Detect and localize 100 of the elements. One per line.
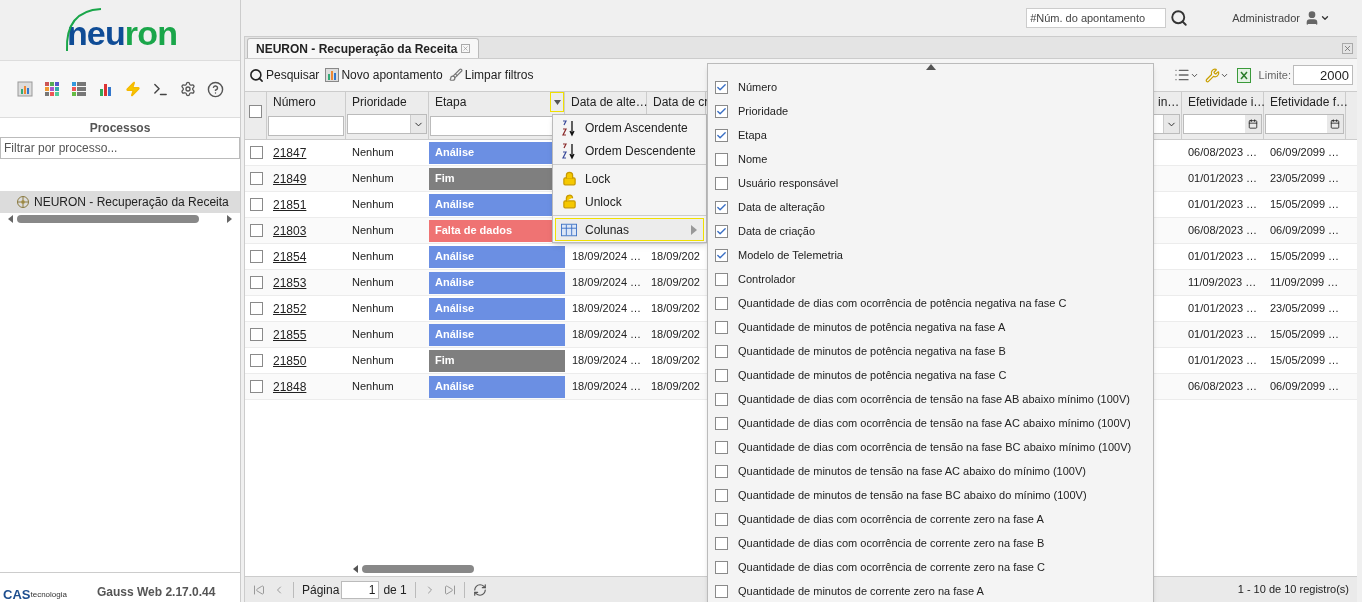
- grid-icon[interactable]: [43, 81, 60, 97]
- filter-field[interactable]: Filtrar por processo...: [0, 137, 240, 159]
- spreadsheet-icon[interactable]: [1236, 67, 1251, 83]
- wrench-icon[interactable]: [1204, 67, 1220, 83]
- menu-item[interactable]: Quantidade de dias com ocorrência de corrente zero na fase A: [708, 507, 1153, 531]
- checkbox[interactable]: [715, 464, 728, 478]
- checkbox[interactable]: [715, 344, 728, 358]
- menu-item[interactable]: Quantidade de dias com ocorrência de tensão na fase AC abaixo mínimo (100V): [708, 411, 1153, 435]
- record-link[interactable]: 21849: [273, 171, 307, 186]
- menu-item[interactable]: Ordem Ascendente: [555, 116, 704, 139]
- menu-item[interactable]: Quantidade de dias com ocorrência de potência negativa na fase C: [708, 291, 1153, 315]
- menu-item[interactable]: Quantidade de minutos de potência negativa na fase C: [708, 363, 1153, 387]
- record-link[interactable]: 21853: [273, 275, 307, 290]
- record-link[interactable]: 21852: [273, 301, 307, 316]
- caret-icon[interactable]: [1320, 13, 1330, 23]
- user-icon[interactable]: [1304, 10, 1320, 26]
- calendar-icon[interactable]: [1330, 119, 1340, 129]
- column-header[interactable]: Número: [267, 93, 316, 111]
- checkbox[interactable]: [715, 272, 728, 286]
- date-filter-field[interactable]: [1183, 114, 1262, 134]
- checkbox[interactable]: [715, 128, 728, 142]
- checkbox[interactable]: [715, 224, 728, 238]
- column-header[interactable]: in…: [1152, 93, 1180, 111]
- checkbox[interactable]: [715, 392, 728, 406]
- page-field[interactable]: 1: [341, 580, 380, 599]
- checkbox[interactable]: [249, 172, 263, 185]
- record-link[interactable]: 21850: [273, 353, 307, 368]
- user-name[interactable]: Administrador: [1232, 9, 1300, 27]
- record-link[interactable]: 21847: [273, 145, 307, 160]
- menu-item[interactable]: Quantidade de dias com ocorrência de tensão na fase AB abaixo mínimo (100V): [708, 387, 1153, 411]
- clear-filters-button[interactable]: Limpar filtros: [448, 66, 534, 84]
- record-link[interactable]: 21848: [273, 379, 307, 394]
- menu-item[interactable]: Modelo de Telemetria: [708, 243, 1153, 267]
- menu-item[interactable]: Prioridade: [708, 99, 1153, 123]
- search-button[interactable]: Pesquisar: [249, 66, 320, 84]
- limit-field[interactable]: 2000: [1293, 65, 1353, 85]
- scroll-up-icon[interactable]: [925, 64, 936, 70]
- tree-item[interactable]: NEURON - Recuperação da Receita: [0, 191, 240, 213]
- checkbox[interactable]: [715, 176, 728, 190]
- last-page-icon[interactable]: [443, 583, 456, 596]
- menu-item[interactable]: Quantidade de minutos de tensão na fase AC abaixo do mínimo (100V): [708, 459, 1153, 483]
- first-page-icon[interactable]: [253, 583, 265, 596]
- refresh-icon[interactable]: [472, 582, 487, 597]
- menu-item[interactable]: Número: [708, 75, 1153, 99]
- checkbox[interactable]: [715, 320, 728, 334]
- checkbox[interactable]: [715, 200, 728, 214]
- checkbox[interactable]: [249, 354, 263, 367]
- column-header[interactable]: Data de alte…: [565, 93, 648, 111]
- column-header[interactable]: Data de cr: [647, 93, 709, 111]
- checkbox[interactable]: [249, 302, 263, 315]
- checkbox[interactable]: [715, 296, 728, 310]
- column-header[interactable]: Prioridade: [346, 93, 407, 111]
- settings-icon[interactable]: [179, 81, 196, 97]
- checkbox[interactable]: [715, 104, 728, 118]
- checkbox[interactable]: [715, 80, 728, 94]
- close-icon[interactable]: [1342, 43, 1353, 54]
- checkbox[interactable]: [249, 224, 263, 237]
- record-link[interactable]: 21803: [273, 223, 307, 238]
- column-header[interactable]: Etapa: [429, 93, 467, 111]
- date-filter-field[interactable]: [1265, 114, 1344, 134]
- checkbox[interactable]: [249, 198, 263, 211]
- list-icon[interactable]: [70, 81, 87, 97]
- menu-item[interactable]: Quantidade de dias com ocorrência de corrente zero na fase B: [708, 531, 1153, 555]
- checkbox[interactable]: [715, 440, 728, 454]
- filter-field[interactable]: [268, 116, 344, 136]
- checkbox[interactable]: [715, 248, 728, 262]
- filter-dropdown[interactable]: [1153, 114, 1180, 134]
- help-icon[interactable]: [206, 80, 224, 98]
- checkbox[interactable]: [715, 368, 728, 382]
- report-icon[interactable]: [16, 81, 33, 97]
- search-icon[interactable]: [1170, 9, 1189, 27]
- scroll-left-icon[interactable]: [8, 215, 13, 223]
- record-link[interactable]: 21854: [273, 249, 307, 264]
- menu-item[interactable]: Colunas: [555, 218, 704, 241]
- checkbox[interactable]: [249, 328, 263, 341]
- bar-chart-icon[interactable]: [97, 81, 114, 97]
- column-header[interactable]: Efetividade i…: [1182, 93, 1266, 111]
- tab[interactable]: NEURON - Recuperação da Receita: [247, 38, 480, 58]
- checkbox[interactable]: [249, 276, 263, 289]
- menu-item[interactable]: Quantidade de dias com ocorrência de tensão na fase BC abaixo mínimo (100V): [708, 435, 1153, 459]
- menu-item[interactable]: Data de criação: [708, 219, 1153, 243]
- menu-item[interactable]: Quantidade de minutos de potência negativa na fase A: [708, 315, 1153, 339]
- checkbox[interactable]: [249, 105, 262, 118]
- calendar-icon[interactable]: [1248, 119, 1258, 129]
- checkbox[interactable]: [715, 416, 728, 430]
- record-link[interactable]: 21855: [273, 327, 307, 342]
- checkbox[interactable]: [715, 488, 728, 502]
- checkbox[interactable]: [249, 146, 263, 159]
- checkbox[interactable]: [715, 536, 728, 550]
- column-header[interactable]: Efetividade f…: [1264, 93, 1349, 111]
- menu-item[interactable]: Data de alteração: [708, 195, 1153, 219]
- menu-item[interactable]: Nome: [708, 147, 1153, 171]
- menu-item[interactable]: Usuário responsável: [708, 171, 1153, 195]
- menu-item[interactable]: Quantidade de minutos de potência negativa na fase B: [708, 339, 1153, 363]
- menu-item[interactable]: Quantidade de dias com ocorrência de corrente zero na fase C: [708, 555, 1153, 579]
- record-link[interactable]: 21851: [273, 197, 307, 212]
- checkbox[interactable]: [249, 250, 263, 263]
- menu-item[interactable]: Quantidade de minutos de tensão na fase BC abaixo do mínimo (100V): [708, 483, 1153, 507]
- checkbox[interactable]: [715, 584, 728, 598]
- checkbox[interactable]: [715, 560, 728, 574]
